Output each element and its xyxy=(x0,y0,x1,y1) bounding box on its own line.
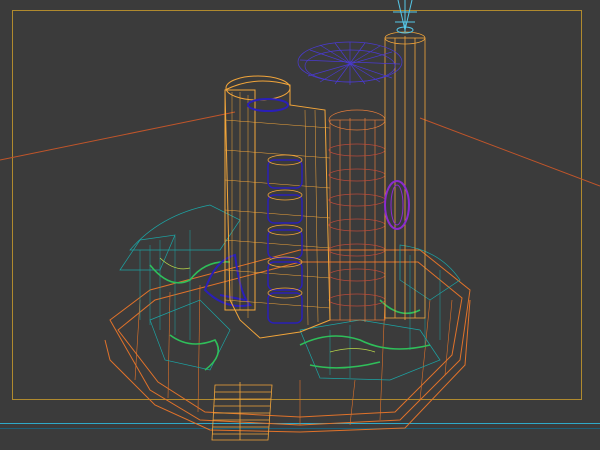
glass-drums xyxy=(267,154,303,324)
wireframe-scene xyxy=(0,0,600,441)
drum-2 xyxy=(267,189,303,224)
perspective-guides xyxy=(0,111,600,187)
tall-column xyxy=(384,31,426,320)
roof-canopy xyxy=(297,41,403,85)
3d-viewport[interactable] xyxy=(0,0,600,450)
antenna xyxy=(393,0,417,34)
drum-3 xyxy=(267,224,303,259)
drum-1 xyxy=(267,154,303,189)
cylinder-tower xyxy=(328,109,386,322)
